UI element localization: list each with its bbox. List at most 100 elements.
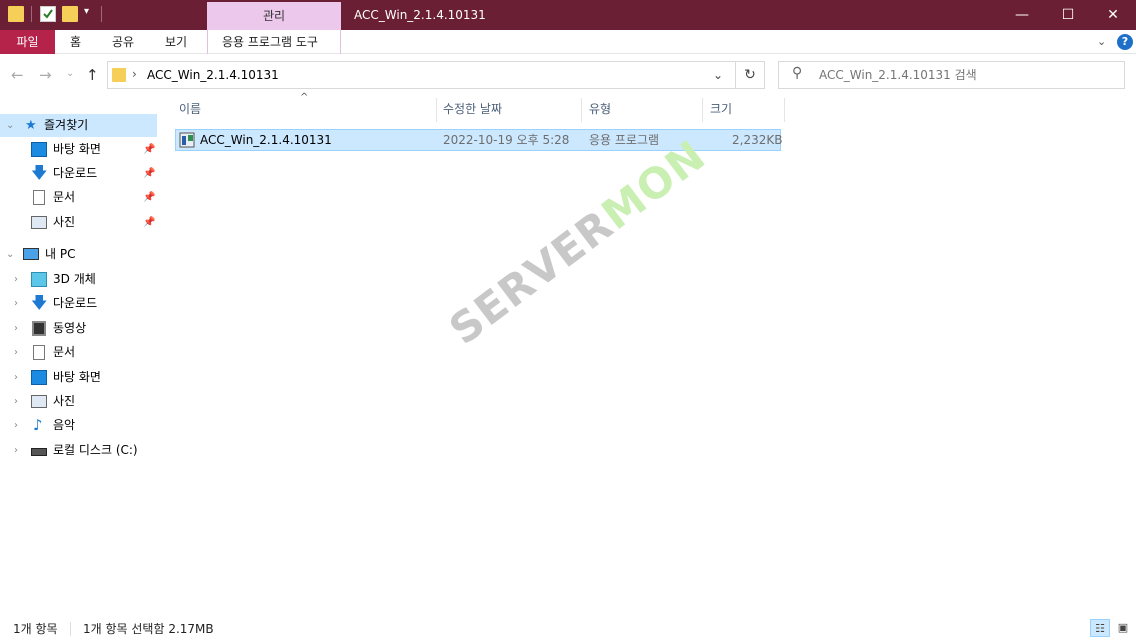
cube-icon bbox=[31, 272, 47, 287]
new-folder-icon[interactable] bbox=[62, 6, 78, 22]
window-title: ACC_Win_2.1.4.10131 bbox=[354, 8, 486, 22]
nav-item-pc-pictures[interactable]: › 사진 bbox=[0, 390, 157, 413]
maximize-button[interactable]: ☐ bbox=[1045, 0, 1091, 30]
chevron-right-icon[interactable]: › bbox=[14, 414, 18, 437]
column-header-type[interactable]: 유형 bbox=[589, 96, 611, 122]
nav-item-this-pc[interactable]: ⌄ 내 PC bbox=[0, 243, 157, 266]
nav-item-desktop[interactable]: 바탕 화면 📌 bbox=[0, 138, 157, 161]
help-icon[interactable]: ? bbox=[1117, 34, 1133, 50]
chevron-right-icon[interactable]: › bbox=[14, 317, 18, 340]
video-icon bbox=[32, 321, 46, 336]
computer-icon bbox=[23, 248, 39, 260]
column-header-size[interactable]: 크기 bbox=[710, 96, 732, 122]
details-view-button[interactable]: ☷ bbox=[1090, 619, 1110, 637]
back-button[interactable]: ← bbox=[11, 66, 24, 84]
tab-manage[interactable]: 관리 bbox=[207, 2, 341, 30]
ribbon-tabs: 파일 홈 공유 보기 응용 프로그램 도구 ⌄ ? bbox=[0, 30, 1136, 54]
tab-home[interactable]: 홈 bbox=[70, 30, 81, 54]
download-icon: 🡇 bbox=[31, 163, 48, 182]
nav-item-downloads[interactable]: 🡇 다운로드 📌 bbox=[0, 162, 157, 185]
chevron-down-icon[interactable]: ⌄ bbox=[6, 114, 14, 137]
properties-icon[interactable] bbox=[40, 6, 56, 22]
pictures-icon bbox=[31, 395, 47, 408]
nav-label: 사진 bbox=[53, 215, 76, 229]
navigation-pane: ⌄ ★ 즐겨찾기 바탕 화면 📌 🡇 다운로드 📌 문서 📌 사진 📌 ⌄ 내 … bbox=[0, 96, 158, 616]
tab-application-tools[interactable]: 응용 프로그램 도구 bbox=[222, 30, 318, 54]
tab-file[interactable]: 파일 bbox=[0, 30, 55, 54]
nav-label: 문서 bbox=[53, 190, 76, 204]
chevron-right-icon[interactable]: › bbox=[14, 292, 18, 315]
file-name: ACC_Win_2.1.4.10131 bbox=[200, 133, 332, 147]
forward-button[interactable]: → bbox=[39, 66, 52, 84]
nav-label: 다운로드 bbox=[53, 296, 98, 310]
column-divider[interactable] bbox=[784, 98, 785, 122]
quick-access-dropdown-icon[interactable]: ▾ bbox=[84, 6, 89, 17]
folder-icon bbox=[112, 68, 126, 82]
recent-locations-button[interactable]: ⌄ bbox=[66, 68, 74, 79]
column-header-name[interactable]: 이름 bbox=[179, 96, 201, 122]
pin-icon: 📌 bbox=[143, 217, 156, 228]
nav-item-documents[interactable]: 문서 📌 bbox=[0, 186, 157, 209]
nav-label: 로컬 디스크 (C:) bbox=[53, 443, 138, 457]
status-divider bbox=[70, 622, 71, 636]
pin-icon: 📌 bbox=[143, 144, 156, 155]
nav-item-pc-desktop[interactable]: › 바탕 화면 bbox=[0, 366, 157, 389]
nav-item-pc-downloads[interactable]: › 🡇 다운로드 bbox=[0, 292, 157, 315]
nav-item-pc-documents[interactable]: › 문서 bbox=[0, 341, 157, 364]
selection-info: 1개 항목 선택함 2.17MB bbox=[83, 622, 214, 636]
breadcrumb-separator-icon[interactable]: › bbox=[132, 67, 137, 81]
address-dropdown-icon[interactable]: ⌄ bbox=[713, 62, 723, 89]
drive-icon bbox=[31, 448, 47, 456]
pin-icon: 📌 bbox=[143, 192, 156, 203]
ribbon-expand-icon[interactable]: ⌄ bbox=[1097, 30, 1106, 54]
item-count: 1개 항목 bbox=[13, 622, 58, 636]
chevron-down-icon[interactable]: ⌄ bbox=[6, 243, 14, 266]
refresh-button[interactable]: ↻ bbox=[736, 61, 765, 89]
chevron-right-icon[interactable]: › bbox=[14, 439, 18, 462]
large-icons-view-button[interactable]: ▣ bbox=[1113, 619, 1133, 637]
file-date: 2022-10-19 오후 5:28 bbox=[443, 133, 570, 147]
close-button[interactable]: ✕ bbox=[1090, 0, 1136, 30]
column-header-date[interactable]: 수정한 날짜 bbox=[443, 96, 502, 122]
nav-label: 3D 개체 bbox=[53, 272, 96, 286]
nav-item-music[interactable]: › ♪ 음악 bbox=[0, 414, 157, 437]
nav-item-3d-objects[interactable]: › 3D 개체 bbox=[0, 268, 157, 291]
chevron-right-icon[interactable]: › bbox=[14, 390, 18, 413]
file-type: 응용 프로그램 bbox=[589, 133, 660, 147]
column-divider[interactable] bbox=[581, 98, 582, 122]
column-divider[interactable] bbox=[702, 98, 703, 122]
nav-label: 바탕 화면 bbox=[53, 142, 101, 156]
breadcrumb-current[interactable]: ACC_Win_2.1.4.10131 bbox=[147, 62, 279, 89]
music-icon: ♪ bbox=[33, 416, 43, 434]
download-icon: 🡇 bbox=[31, 293, 48, 312]
tab-view[interactable]: 보기 bbox=[165, 30, 187, 54]
file-size: 2,232KB bbox=[732, 133, 783, 147]
address-box[interactable]: › ACC_Win_2.1.4.10131 ⌄ bbox=[107, 61, 736, 89]
chevron-right-icon[interactable]: › bbox=[14, 366, 18, 389]
nav-item-videos[interactable]: › 동영상 bbox=[0, 317, 157, 340]
up-button[interactable]: ↑ bbox=[86, 66, 99, 84]
document-icon bbox=[33, 345, 45, 360]
search-box[interactable]: ⚲ bbox=[778, 61, 1125, 89]
nav-label: 즐겨찾기 bbox=[44, 118, 89, 132]
nav-label: 내 PC bbox=[45, 247, 76, 261]
nav-item-local-disk[interactable]: › 로컬 디스크 (C:) bbox=[0, 439, 157, 462]
folder-icon[interactable] bbox=[8, 6, 24, 22]
address-bar-row: ← → ⌄ ↑ › ACC_Win_2.1.4.10131 ⌄ ↻ ⚲ bbox=[0, 54, 1136, 96]
title-bar: ▾ 관리 ACC_Win_2.1.4.10131 — ☐ ✕ bbox=[0, 0, 1136, 30]
nav-item-quick-access[interactable]: ⌄ ★ 즐겨찾기 bbox=[0, 114, 157, 137]
tab-share[interactable]: 공유 bbox=[112, 30, 134, 54]
pictures-icon bbox=[31, 216, 47, 229]
chevron-right-icon[interactable]: › bbox=[14, 268, 18, 291]
minimize-button[interactable]: — bbox=[999, 0, 1045, 30]
pin-icon: 📌 bbox=[143, 168, 156, 179]
nav-label: 동영상 bbox=[53, 321, 87, 335]
search-input[interactable] bbox=[819, 62, 1119, 88]
toolbar-divider bbox=[101, 6, 102, 22]
document-icon bbox=[33, 190, 45, 205]
search-icon: ⚲ bbox=[792, 65, 803, 81]
desktop-icon bbox=[31, 370, 47, 385]
nav-item-pictures[interactable]: 사진 📌 bbox=[0, 211, 157, 234]
chevron-right-icon[interactable]: › bbox=[14, 341, 18, 364]
column-divider[interactable] bbox=[436, 98, 437, 122]
